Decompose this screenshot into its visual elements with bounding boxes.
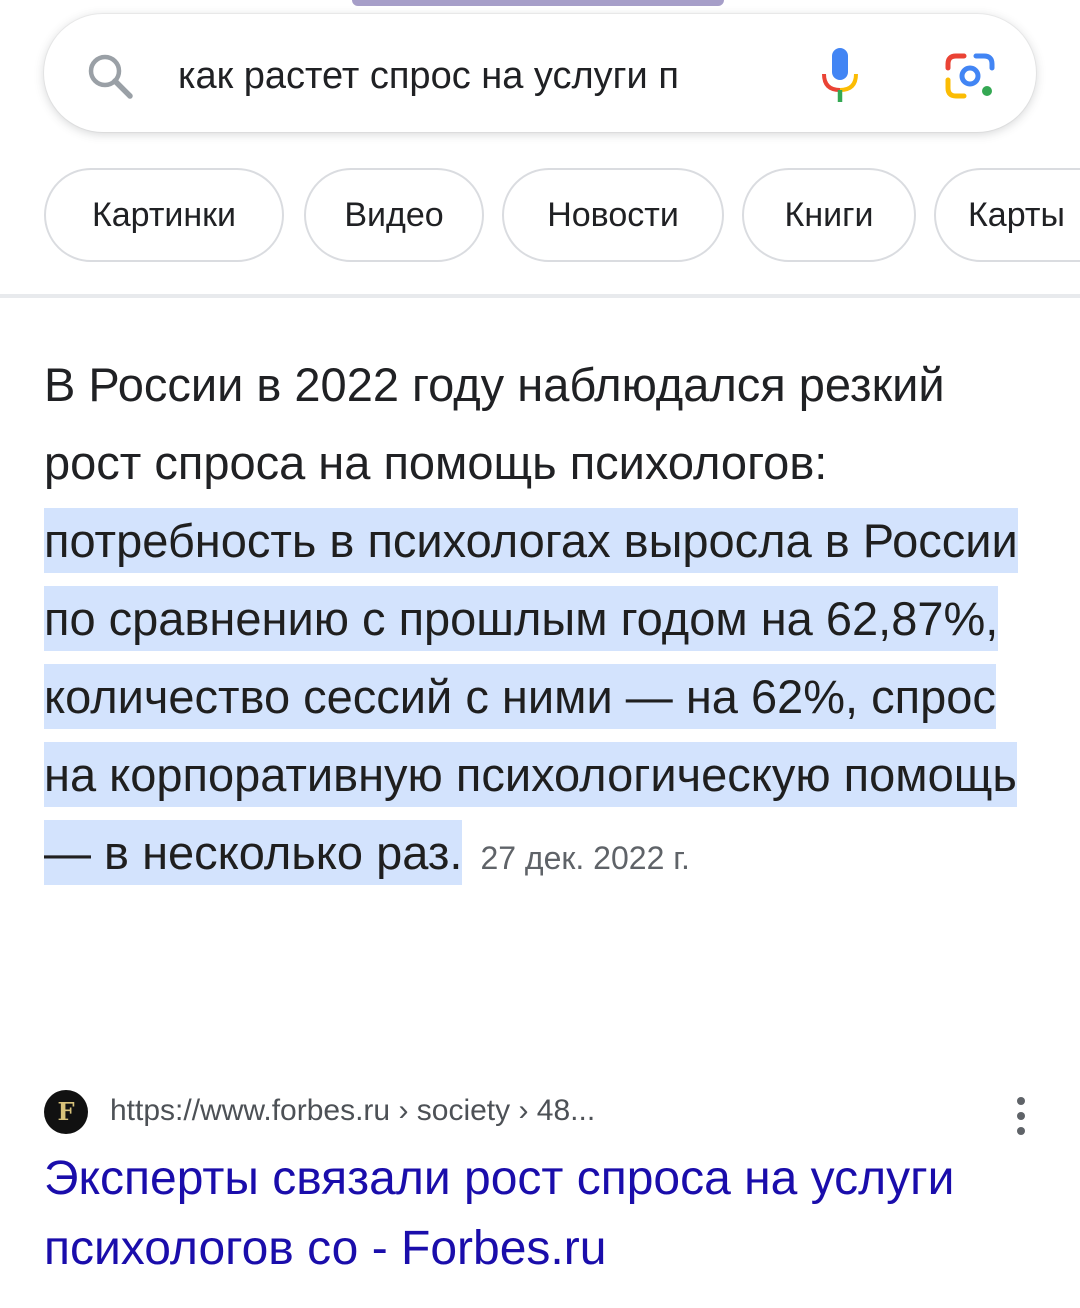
chip-images[interactable]: Картинки xyxy=(44,168,284,262)
featured-snippet: В России в 2022 году наблюдался резкий р… xyxy=(44,346,1034,897)
search-icon[interactable] xyxy=(84,50,136,102)
search-results-page: как растет спрос на услуги п Картинки Ви… xyxy=(0,0,1080,1308)
search-input[interactable]: как растет спрос на услуги п xyxy=(178,50,778,102)
result-title-link[interactable]: Эксперты связали рост спроса на услуги п… xyxy=(44,1144,1034,1284)
forbes-favicon-icon: F xyxy=(44,1090,88,1134)
result-source[interactable]: F https://www.forbes.ru › society › 48..… xyxy=(44,1086,1044,1136)
more-options-icon[interactable] xyxy=(1004,1094,1038,1138)
snippet-date: 27 дек. 2022 г. xyxy=(480,840,690,876)
top-bar-edge xyxy=(352,0,724,6)
snippet-highlight-text: потребность в психологах выросла в Росси… xyxy=(44,514,1018,879)
chip-news[interactable]: Новости xyxy=(502,168,724,262)
chip-books[interactable]: Книги xyxy=(742,168,916,262)
microphone-icon[interactable] xyxy=(814,44,866,106)
snippet-highlight: потребность в психологах выросла в Росси… xyxy=(44,508,1018,885)
chip-maps[interactable]: Карты xyxy=(934,168,1080,262)
result-url[interactable]: https://www.forbes.ru › society › 48... xyxy=(110,1086,595,1136)
snippet-highlight-end: . xyxy=(449,826,463,879)
filter-chips: Картинки Видео Новости Книги Карты xyxy=(44,168,1080,264)
chip-video[interactable]: Видео xyxy=(304,168,484,262)
snippet-intro: В России в 2022 году наблюдался резкий р… xyxy=(44,358,945,489)
google-lens-icon[interactable] xyxy=(944,52,996,100)
divider xyxy=(0,294,1080,298)
